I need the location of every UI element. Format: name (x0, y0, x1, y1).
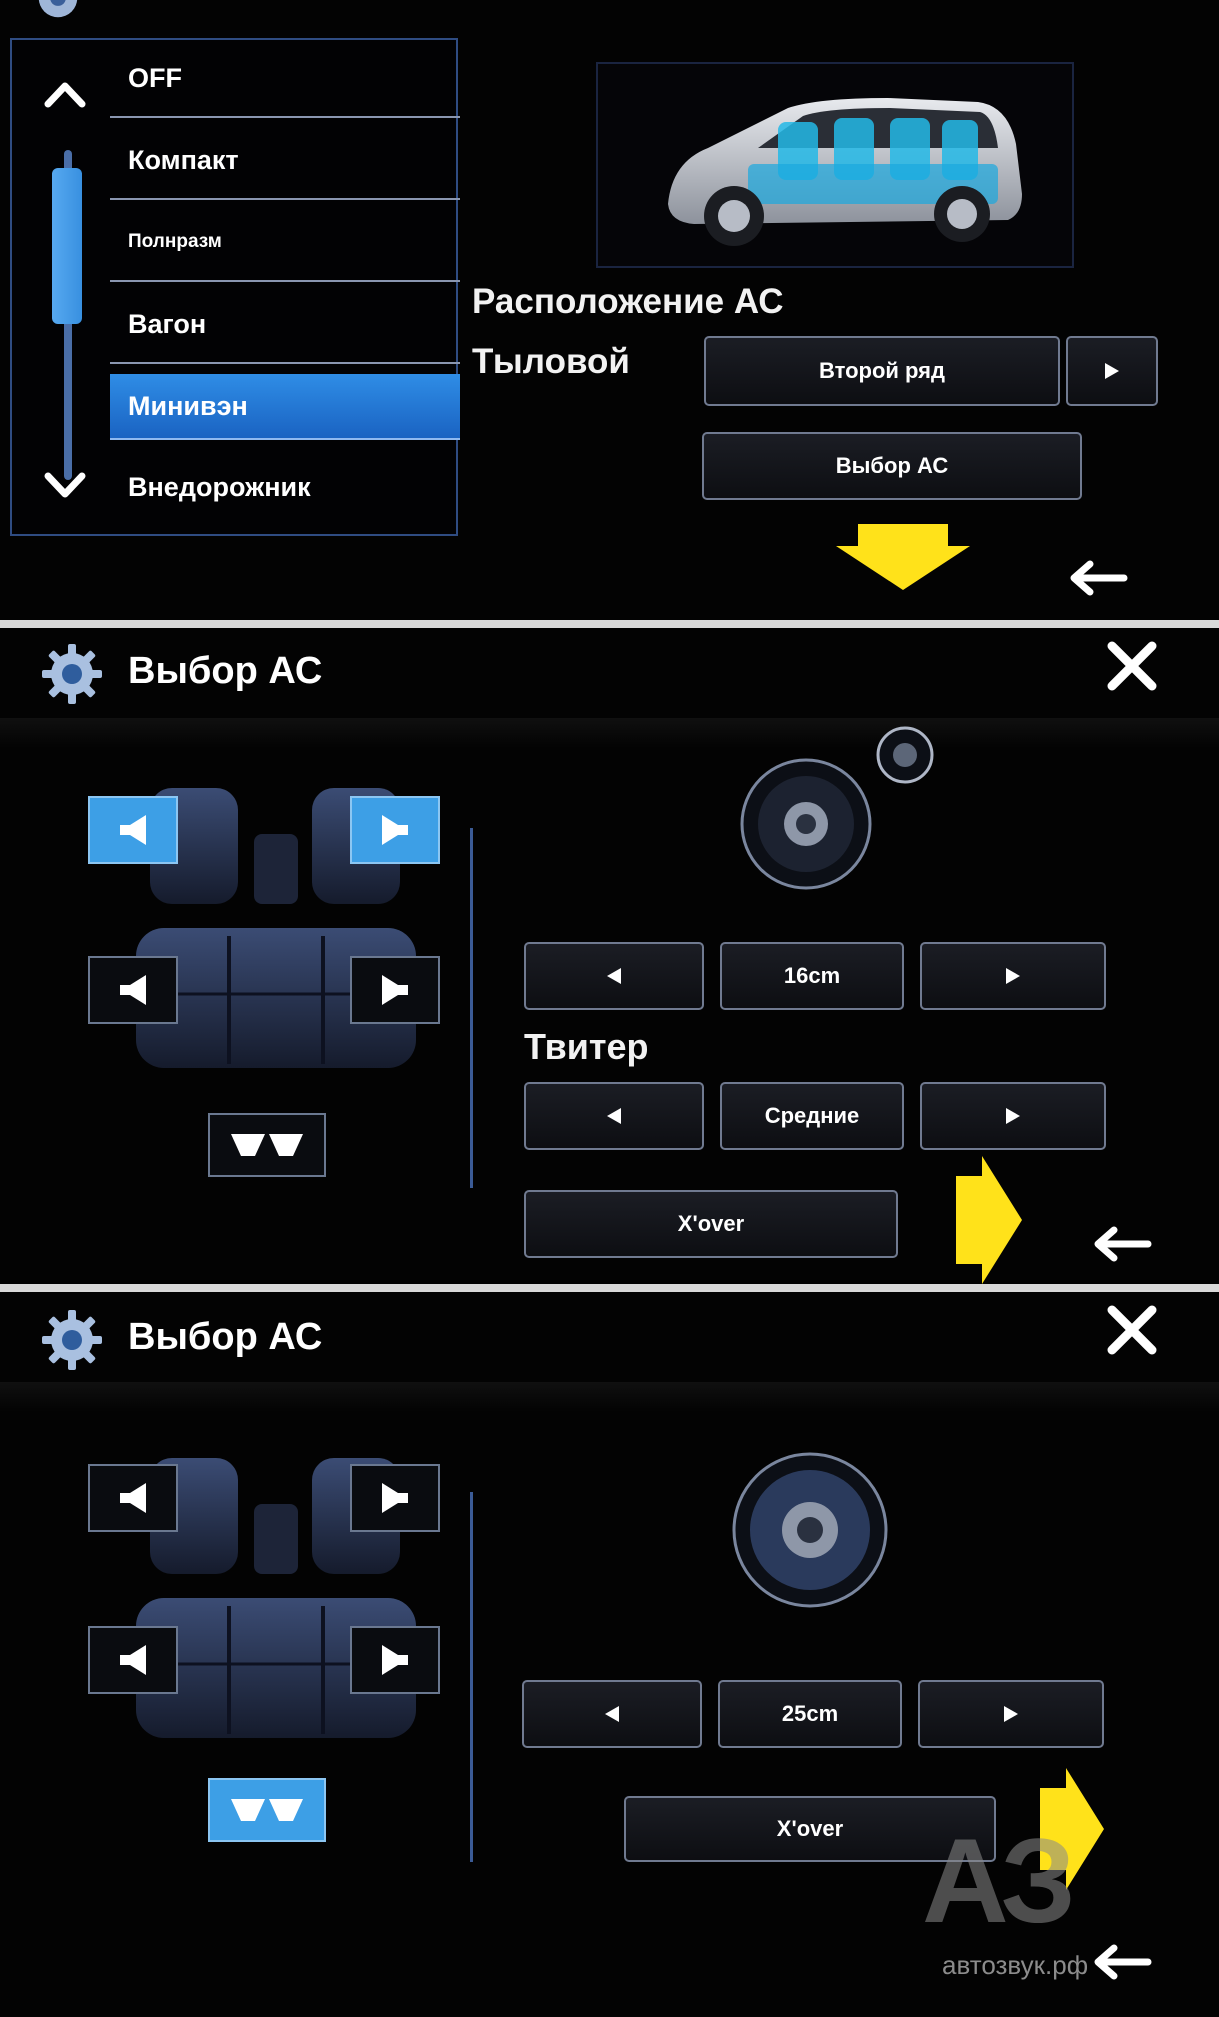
subwoofer-button[interactable] (208, 1778, 326, 1842)
subwoofer-icon (231, 1134, 303, 1156)
triangle-right-icon (1004, 1706, 1018, 1722)
tweeter-speaker-image (876, 726, 934, 784)
page-title: Выбор АС (128, 650, 323, 692)
close-icon[interactable] (1102, 636, 1162, 696)
rear-right-speaker-button[interactable] (350, 1626, 440, 1694)
triangle-left-icon (605, 1706, 619, 1722)
list-item-compact[interactable]: Компакт (110, 122, 460, 200)
tweeter-value: Средние (720, 1082, 904, 1150)
speaker-left-icon (120, 975, 146, 1005)
triangle-right-icon (1006, 968, 1020, 984)
triangle-left-icon (607, 1108, 621, 1124)
triangle-right-icon (1105, 363, 1119, 379)
gear-icon (38, 0, 78, 18)
gear-icon (42, 1310, 102, 1370)
yellow-right-arrow-icon (956, 1156, 1022, 1284)
back-arrow-icon[interactable] (1090, 1222, 1152, 1266)
speaker-select-panel-16cm: Выбор АС 16cm Твитер Средние X'over (0, 628, 1219, 1284)
tweeter-prev-button[interactable] (524, 1082, 704, 1150)
minivan-preview (596, 62, 1074, 268)
gear-icon (42, 644, 102, 704)
car-type-panel: OFF Компакт Полнразм Вагон Минивэн Внедо… (0, 0, 1219, 620)
speaker-select-button[interactable]: Выбор АС (702, 432, 1082, 500)
speaker-left-icon (120, 1483, 146, 1513)
size-prev-button[interactable] (522, 1680, 702, 1748)
rear-row-value[interactable]: Второй ряд (704, 336, 1060, 406)
speaker-select-panel-25cm: Выбор АС 25cm X'over АЗ автозвук.рф (0, 1292, 1219, 2017)
tweeter-label: Твитер (524, 1026, 649, 1067)
list-item-wagon[interactable]: Вагон (110, 286, 460, 364)
front-right-speaker-button[interactable] (350, 1464, 440, 1532)
woofer-speaker-image (740, 758, 872, 890)
back-arrow-icon[interactable] (1066, 556, 1128, 600)
front-left-speaker-button[interactable] (88, 796, 178, 864)
triangle-left-icon (607, 968, 621, 984)
chevron-up-icon[interactable] (40, 70, 90, 120)
watermark-domain: автозвук.рф (942, 1950, 1089, 1980)
xover-button[interactable]: X'over (524, 1190, 898, 1258)
size-prev-button[interactable] (524, 942, 704, 1010)
list-item-minivan[interactable]: Минивэн (110, 374, 460, 440)
speaker-right-icon (382, 1483, 408, 1513)
list-item-off[interactable]: OFF (110, 40, 460, 118)
size-value: 16cm (720, 942, 904, 1010)
rear-next-button[interactable] (1066, 336, 1158, 406)
chevron-down-icon[interactable] (40, 460, 90, 510)
size-next-button[interactable] (918, 1680, 1104, 1748)
panel-divider (0, 620, 1219, 628)
subwoofer-button[interactable] (208, 1113, 326, 1177)
size-next-button[interactable] (920, 942, 1106, 1010)
close-icon[interactable] (1102, 1300, 1162, 1360)
body-type-list: OFF Компакт Полнразм Вагон Минивэн Внедо… (10, 38, 460, 536)
subwoofer-speaker-image (732, 1452, 888, 1608)
minivan-image (668, 98, 1022, 246)
rear-label: Тыловой (472, 342, 630, 381)
subwoofer-icon (231, 1799, 303, 1821)
header-bar (0, 718, 1219, 748)
page-title: Выбор АС (128, 1316, 323, 1358)
speaker-placement-label: Расположение АС (472, 282, 784, 321)
speaker-left-icon (120, 815, 146, 845)
list-item-suv[interactable]: Внедорожник (110, 448, 460, 526)
front-left-speaker-button[interactable] (88, 1464, 178, 1532)
list-item-fullsize[interactable]: Полнразм (110, 204, 460, 282)
speaker-right-icon (382, 975, 408, 1005)
size-value: 25cm (718, 1680, 902, 1748)
rear-left-speaker-button[interactable] (88, 1626, 178, 1694)
header-bar (0, 1382, 1219, 1412)
speaker-right-icon (382, 815, 408, 845)
panel-divider (0, 1284, 1219, 1292)
speaker-right-icon (382, 1645, 408, 1675)
rear-left-speaker-button[interactable] (88, 956, 178, 1024)
tweeter-next-button[interactable] (920, 1082, 1106, 1150)
watermark-logo: АЗ (922, 1814, 1076, 1948)
separator-line (470, 1492, 473, 1862)
speaker-left-icon (120, 1645, 146, 1675)
triangle-right-icon (1006, 1108, 1020, 1124)
rear-right-speaker-button[interactable] (350, 956, 440, 1024)
yellow-down-arrow-icon (836, 524, 970, 590)
front-right-speaker-button[interactable] (350, 796, 440, 864)
scrollbar-thumb[interactable] (52, 168, 82, 324)
separator-line (470, 828, 473, 1188)
back-arrow-icon[interactable] (1090, 1940, 1152, 1984)
